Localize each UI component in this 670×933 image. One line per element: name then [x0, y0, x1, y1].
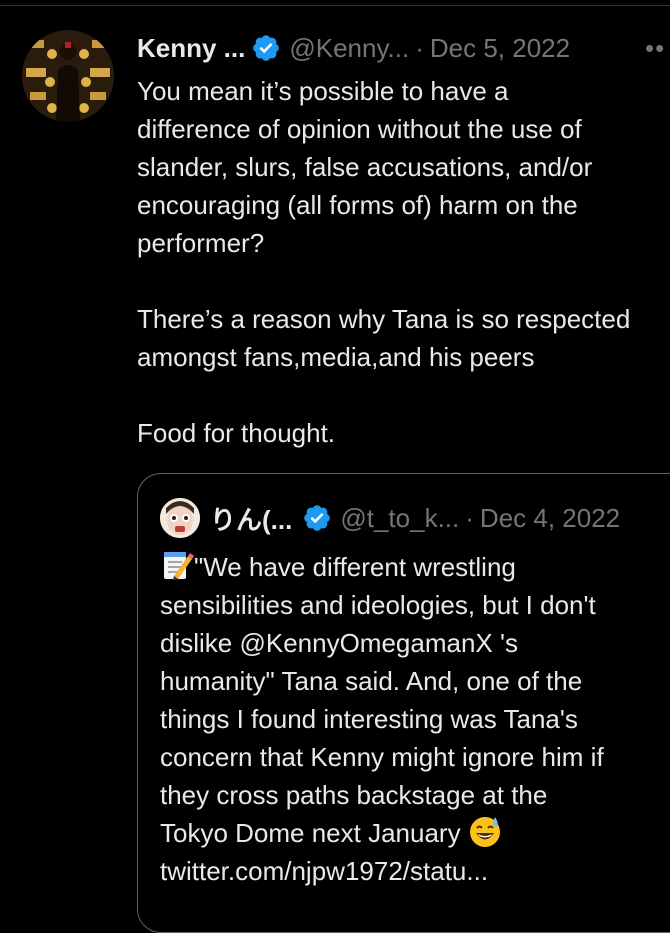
quote-date[interactable]: Dec 4, 2022 [480, 503, 620, 534]
quote-text: "We have different wrestling sensibiliti… [160, 552, 604, 848]
memo-icon [160, 548, 194, 582]
verified-badge-icon [251, 33, 281, 63]
author-handle[interactable]: @Kenny... [289, 33, 409, 64]
quote-author-handle[interactable]: @t_to_k... [340, 503, 459, 534]
quote-header: りん(... @t_to_k... · Dec 4, 2022 [160, 498, 620, 538]
tweet-header: Kenny ... @Kenny... · Dec 5, 2022 [137, 30, 670, 66]
quote-header-separator: · [465, 502, 474, 533]
more-options-icon[interactable]: •• [645, 35, 665, 61]
avatar-photo-icon [22, 30, 114, 122]
author-avatar[interactable] [22, 30, 114, 122]
header-separator: · [415, 32, 424, 63]
grinning-sweat-emoji-icon [468, 814, 502, 848]
quote-text-block: "We have different wrestling sensibiliti… [160, 548, 660, 890]
tweet-text: You mean it’s possible to have a differe… [137, 76, 631, 448]
author-name[interactable]: Kenny ... [137, 33, 245, 64]
quote-avatar-photo-icon [160, 498, 200, 538]
top-divider [0, 5, 670, 6]
quote-author-name[interactable]: りん(... [210, 500, 292, 537]
quoted-tweet-card[interactable]: りん(... @t_to_k... · Dec 4, 2022 "We have… [137, 473, 670, 933]
quote-link[interactable]: twitter.com/njpw1972/statu... [160, 856, 488, 886]
quote-verified-badge-icon [302, 503, 332, 533]
quote-author-avatar [160, 498, 200, 538]
tweet-date[interactable]: Dec 5, 2022 [430, 33, 570, 64]
